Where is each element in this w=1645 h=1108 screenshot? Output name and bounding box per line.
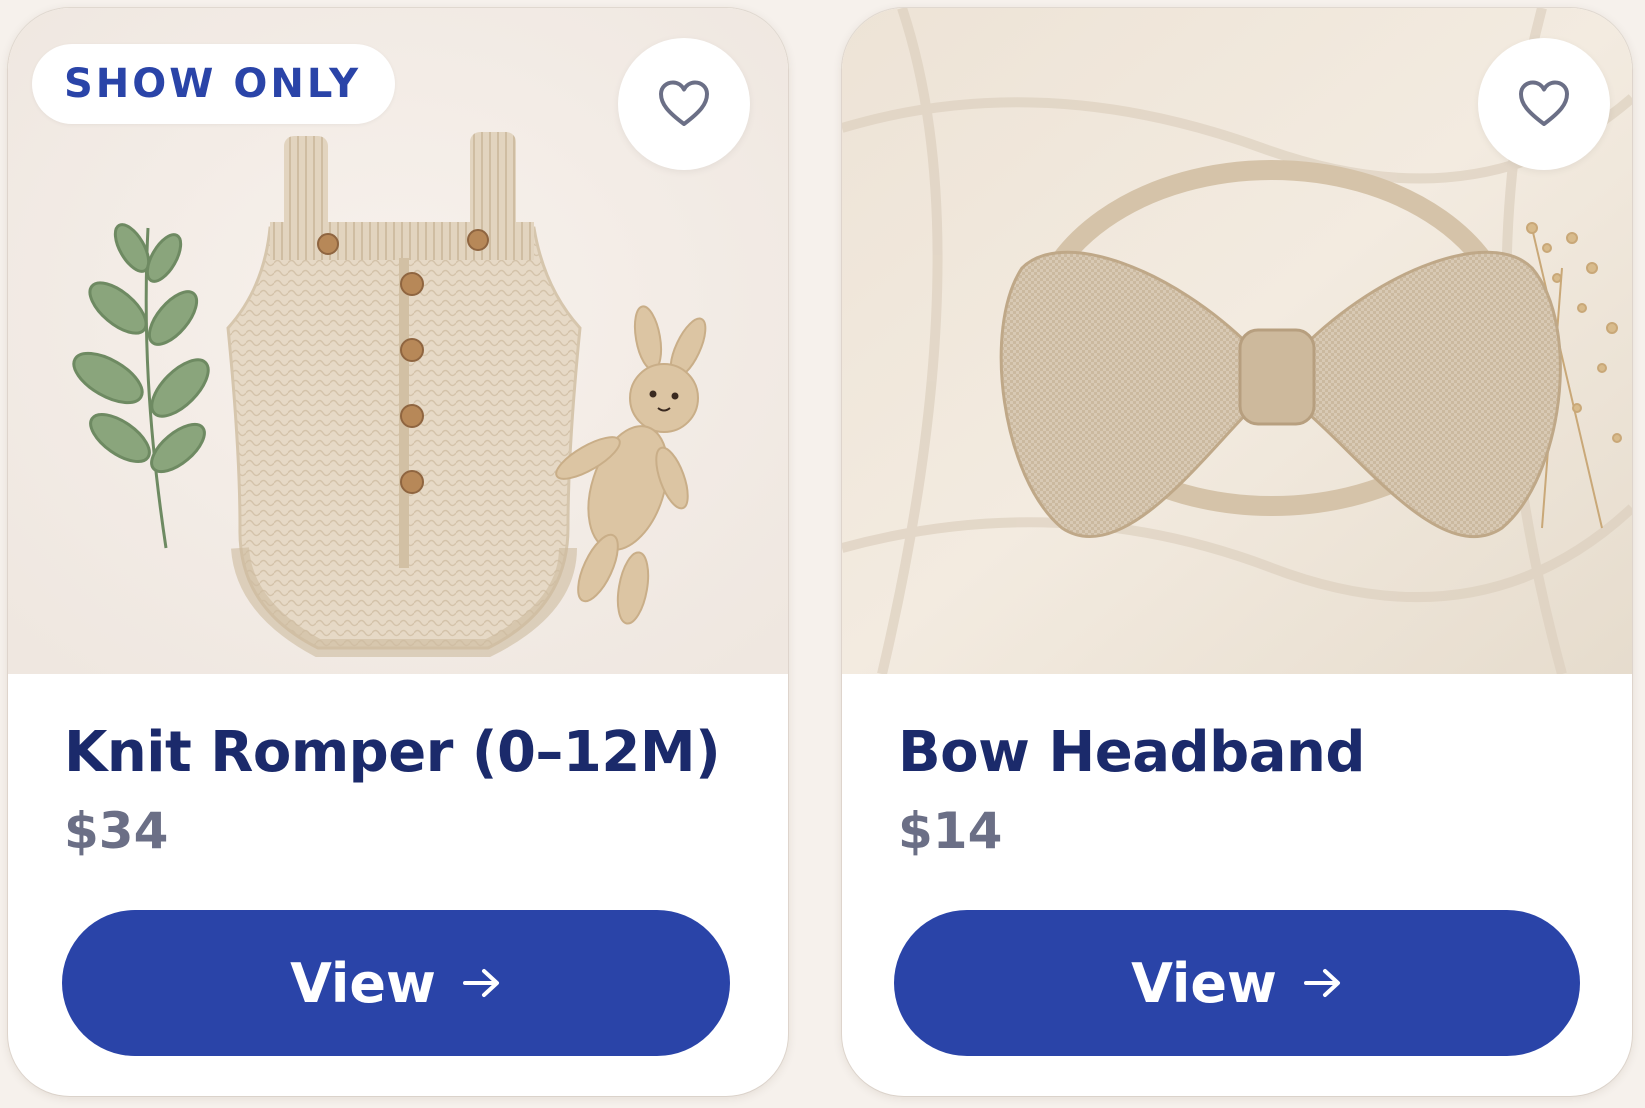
product-title[interactable]: Bow Headband: [898, 720, 1365, 785]
arrow-right-icon: [462, 969, 499, 997]
view-button-label: View: [290, 951, 436, 1015]
product-image[interactable]: SHOW ONLY: [8, 8, 788, 674]
arrow-right-icon: [1303, 969, 1340, 997]
favorite-button[interactable]: [618, 38, 750, 170]
product-image[interactable]: [842, 8, 1632, 674]
view-button[interactable]: View: [894, 910, 1580, 1056]
favorite-button[interactable]: [1478, 38, 1610, 170]
product-price: $34: [64, 802, 169, 860]
heart-icon: [659, 80, 709, 126]
heart-icon: [1519, 80, 1569, 126]
show-only-badge: SHOW ONLY: [32, 44, 396, 124]
product-card[interactable]: Bow Headband $14 View: [842, 8, 1632, 1096]
view-button-label: View: [1131, 951, 1277, 1015]
product-card[interactable]: SHOW ONLY Knit Romper (0–12M) $34 View: [8, 8, 788, 1096]
product-title[interactable]: Knit Romper (0–12M): [64, 720, 721, 785]
product-price: $14: [898, 802, 1003, 860]
product-grid: SHOW ONLY Knit Romper (0–12M) $34 View B…: [0, 0, 1645, 1108]
view-button[interactable]: View: [62, 910, 730, 1056]
